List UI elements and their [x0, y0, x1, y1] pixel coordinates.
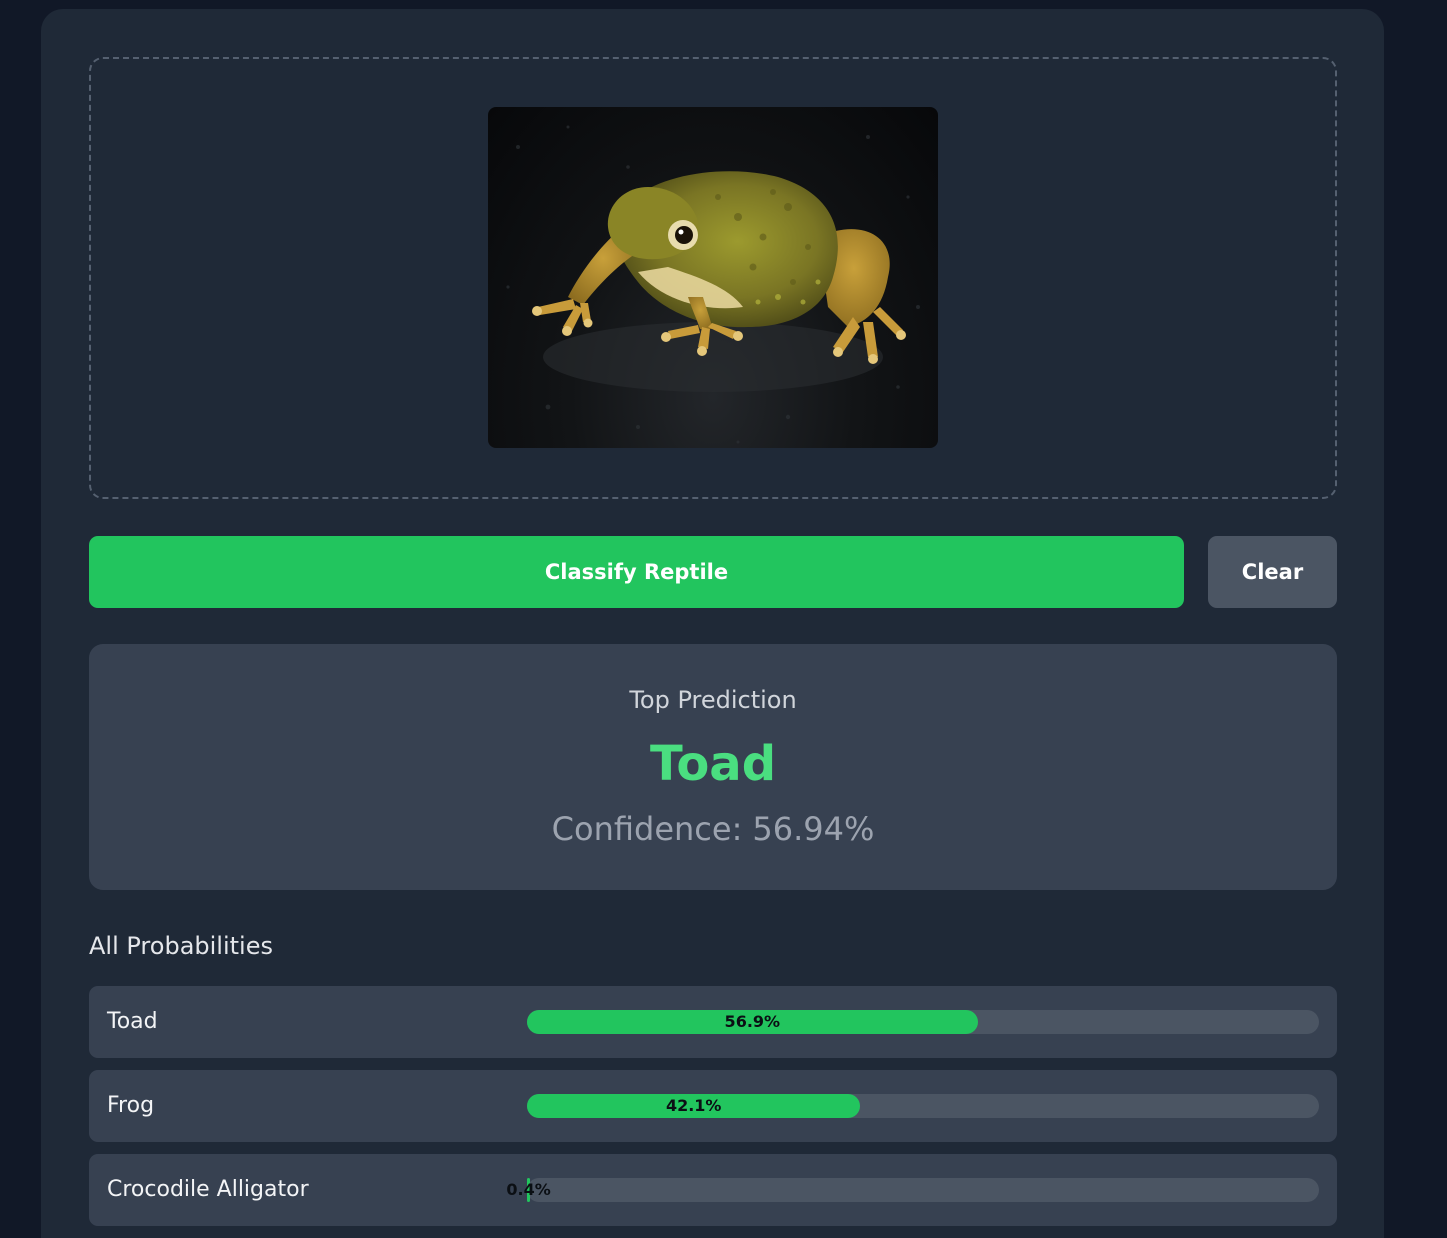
- probability-class-name: Crocodile Alligator: [107, 1177, 309, 1202]
- classifier-card: Classify Reptile Clear Top Prediction To…: [41, 9, 1384, 1238]
- probability-class-name: Toad: [107, 1009, 158, 1034]
- top-prediction-class: Toad: [649, 736, 777, 792]
- clear-button[interactable]: Clear: [1208, 536, 1337, 608]
- confidence-text: Confidence: 56.94%: [89, 810, 1337, 848]
- all-probabilities-title: All Probabilities: [89, 932, 273, 960]
- uploaded-image-preview: [488, 107, 938, 448]
- probability-percent: 56.9%: [724, 1012, 781, 1031]
- probability-row: Crocodile Alligator 0.4%: [89, 1154, 1337, 1226]
- app-page: Classify Reptile Clear Top Prediction To…: [0, 0, 1447, 1238]
- top-prediction-label: Top Prediction: [629, 686, 797, 714]
- probability-percent: 0.4%: [506, 1180, 551, 1199]
- probability-bar-track: 56.9%: [527, 1010, 1319, 1034]
- probability-row: Toad 56.9%: [89, 986, 1337, 1058]
- classify-button[interactable]: Classify Reptile: [89, 536, 1184, 608]
- probability-bar-track: 0.4%: [506, 1178, 1319, 1202]
- image-dropzone[interactable]: [89, 57, 1337, 499]
- probability-row: Frog 42.1%: [89, 1070, 1337, 1142]
- top-prediction-panel: Top Prediction Toad Confidence: 56.94%: [89, 644, 1337, 890]
- probability-bar-track: 42.1%: [527, 1094, 1319, 1118]
- confidence-value: 56.94%: [752, 810, 875, 848]
- probability-class-name: Frog: [107, 1093, 155, 1118]
- probability-percent: 42.1%: [665, 1096, 722, 1115]
- confidence-prefix: Confidence:: [551, 810, 743, 848]
- frog-photo: [506, 125, 920, 444]
